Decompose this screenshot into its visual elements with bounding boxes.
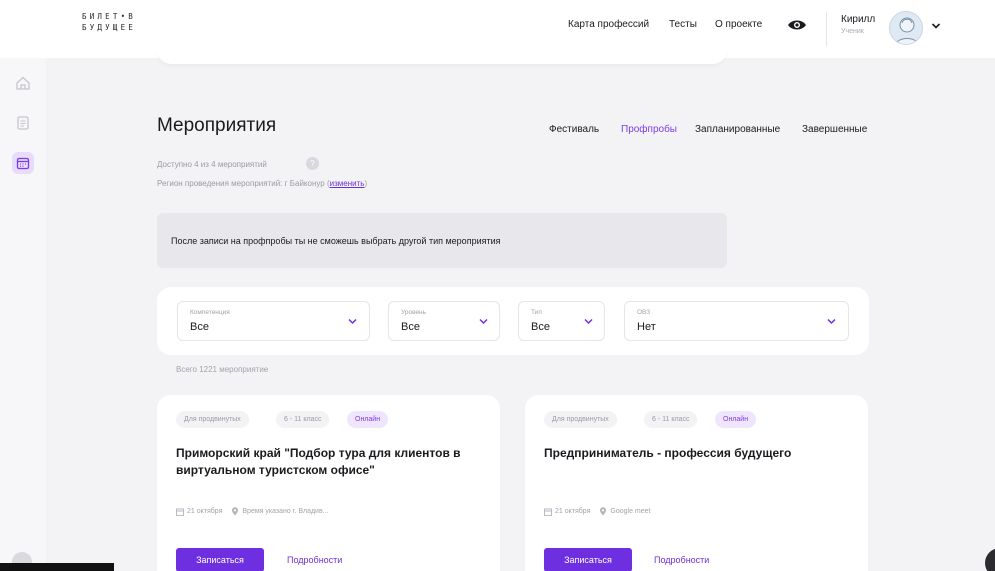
tag-grade: 6 - 11 класс (276, 411, 330, 428)
ovz-select[interactable]: ОВЗ Нет (624, 301, 849, 341)
filter-value: Нет (637, 321, 656, 333)
change-region-link[interactable]: изменить (330, 179, 365, 188)
nav-about[interactable]: О проекте (715, 19, 762, 30)
sidebar (0, 58, 46, 571)
filter-label: ОВЗ (637, 309, 651, 316)
event-card: Для продвинутых 6 - 11 класс Онлайн Пред… (525, 395, 868, 571)
logo-line-1: БИЛЕТ•В (82, 12, 137, 21)
event-title[interactable]: Предприниматель - профессия будущего (544, 445, 791, 462)
question-icon[interactable]: ? (306, 157, 319, 170)
event-title-line: Предприниматель - профессия будущего (544, 446, 792, 460)
type-select[interactable]: Тип Все (518, 301, 605, 341)
logo[interactable]: БИЛЕТ•В БУДУЩЕЕ (82, 11, 136, 33)
total-count: Всего 1221 мероприятие (176, 365, 269, 374)
chevron-down-icon[interactable] (931, 22, 941, 30)
event-date: 21 октября (555, 508, 591, 515)
event-card: Для продвинутых 6 - 11 класс Онлайн Прим… (157, 395, 500, 571)
avatar[interactable] (889, 11, 923, 45)
user-divider (826, 12, 827, 46)
filter-label: Уровень (401, 309, 427, 316)
details-link[interactable]: Подробности (287, 555, 342, 565)
event-title-line: Приморский край "Подбор тура для клиенто… (176, 446, 461, 460)
region-bracket-close: ) (364, 179, 368, 188)
tag-grade: 6 - 11 класс (644, 411, 698, 428)
home-icon[interactable] (12, 72, 34, 94)
location-pin-icon (600, 507, 607, 516)
tag-level: Для продвинутых (176, 411, 249, 428)
bottom-overlay-bar (0, 563, 114, 571)
chevron-down-icon (827, 318, 836, 325)
event-location: Время указано г. Владив... (242, 508, 329, 515)
chevron-down-icon (348, 318, 357, 325)
event-location: Google meet (610, 508, 651, 515)
calendar-icon[interactable] (12, 152, 34, 174)
chevron-down-icon (584, 318, 593, 325)
details-link[interactable]: Подробности (654, 555, 709, 565)
event-title-line: виртуальном туристском офисе" (176, 463, 375, 477)
available-count: Доступно 4 из 4 мероприятий (157, 160, 267, 169)
location-pin-icon (232, 507, 239, 516)
event-title[interactable]: Приморский край "Подбор тура для клиенто… (176, 445, 461, 479)
eye-icon[interactable] (787, 18, 807, 32)
previous-section-card (157, 48, 727, 64)
page-title: Мероприятия (157, 115, 277, 136)
tag-online: Онлайн (347, 411, 389, 428)
filter-label: Компетенция (190, 309, 230, 316)
calendar-icon (544, 508, 552, 516)
tab-profproby[interactable]: Профпробы (621, 124, 677, 135)
event-meta: 21 октября Google meet (544, 507, 650, 516)
competence-select[interactable]: Компетенция Все (177, 301, 370, 341)
level-select[interactable]: Уровень Все (388, 301, 500, 341)
notice-banner: После записи на профпробы ты не сможешь … (157, 213, 727, 268)
tag-online: Онлайн (715, 411, 757, 428)
filters-panel: Компетенция Все Уровень Все Тип Все ОВЗ … (157, 287, 869, 355)
notice-text: После записи на профпробы ты не сможешь … (171, 236, 501, 246)
tab-completed[interactable]: Завершенные (802, 124, 867, 135)
signup-button[interactable]: Записаться (176, 548, 264, 571)
user-name[interactable]: Кирилл (841, 14, 875, 25)
avatar-illustration-icon (895, 17, 919, 44)
event-date: 21 октября (187, 508, 223, 515)
nav-tests[interactable]: Тесты (669, 19, 697, 30)
logo-line-2: БУДУЩЕЕ (82, 23, 137, 32)
event-meta: 21 октября Время указано г. Владив... (176, 507, 329, 516)
tag-level: Для продвинутых (544, 411, 617, 428)
filter-value: Все (401, 321, 420, 333)
document-icon[interactable] (12, 112, 34, 134)
tab-festival[interactable]: Фестиваль (549, 124, 599, 135)
user-role: Ученик (841, 28, 864, 35)
chevron-down-icon (479, 318, 488, 325)
tab-planned[interactable]: Запланированные (695, 124, 780, 135)
region-info: Регион проведения мероприятий: г Байкону… (157, 179, 367, 188)
chat-widget-button[interactable] (985, 548, 995, 571)
filter-label: Тип (531, 309, 542, 316)
filter-value: Все (190, 321, 209, 333)
region-text: Регион проведения мероприятий: г Байкону… (157, 179, 325, 188)
signup-button[interactable]: Записаться (544, 548, 632, 571)
nav-career-map[interactable]: Карта профессий (568, 19, 649, 30)
filter-value: Все (531, 321, 550, 333)
calendar-icon (176, 508, 184, 516)
